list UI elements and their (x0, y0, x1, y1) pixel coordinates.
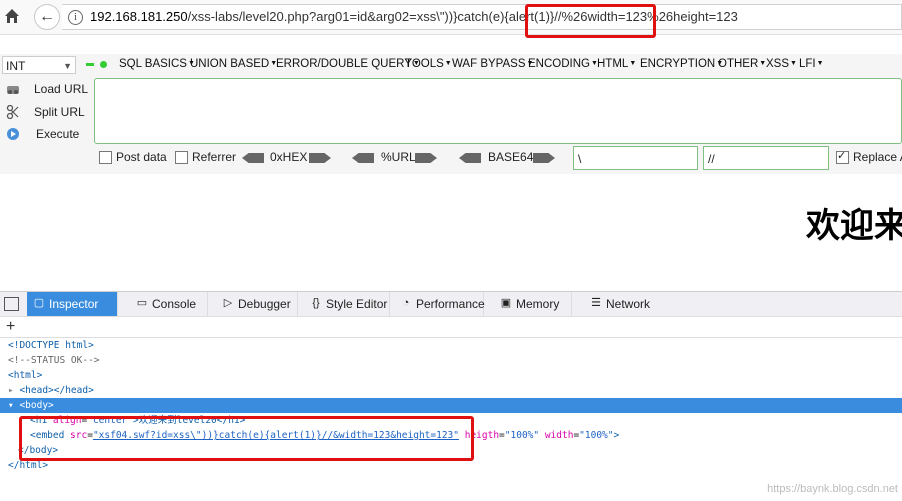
code-highlight-box (19, 416, 474, 461)
execute-icon (7, 128, 19, 140)
memory-icon: ▣ (500, 297, 512, 309)
menu-lfi[interactable]: LFI▼ (799, 58, 824, 70)
post-data-label: Post data (116, 150, 167, 164)
post-data-checkbox[interactable] (99, 151, 112, 164)
menu-encoding[interactable]: ENCODING▼ (528, 58, 598, 70)
url-encode-label: %URL (381, 150, 416, 164)
menu-html[interactable]: HTML▼ (597, 58, 636, 70)
url-textarea[interactable] (94, 78, 902, 144)
menu-waf-bypass[interactable]: WAF BYPASS▼ (452, 58, 533, 70)
code-body-open[interactable]: ▾ <body> (0, 398, 902, 413)
int-select-value: INT (6, 59, 26, 73)
collapse-arrow-icon: ▾ (8, 400, 20, 411)
base64-decode-arrow-icon[interactable] (459, 153, 481, 163)
execute-button[interactable]: Execute (2, 125, 92, 145)
base64-encode-arrow-icon[interactable] (533, 153, 555, 163)
tab-memory[interactable]: ▣ Memory (494, 292, 572, 316)
menu-sql-basics[interactable]: SQL BASICS▼ (119, 58, 195, 70)
code-head[interactable]: ▸ <head></head> (8, 383, 94, 398)
status-dot-icon[interactable] (100, 61, 107, 68)
referrer-checkbox[interactable] (175, 151, 188, 164)
load-url-button[interactable]: Load URL (2, 80, 92, 100)
element-picker-icon[interactable] (4, 297, 19, 311)
load-url-icon (7, 86, 19, 94)
int-select[interactable]: INT ▼ (2, 56, 76, 74)
tab-console[interactable]: ▭ Console (130, 292, 208, 316)
console-icon: ▭ (136, 297, 148, 309)
hex-encode-arrow-icon[interactable] (309, 153, 331, 163)
hex-label: 0xHEX (270, 150, 308, 164)
url-decode-arrow-icon[interactable] (352, 153, 374, 163)
performance-icon: ◔ (402, 297, 410, 309)
menu-union-based[interactable]: UNION BASED▼ (190, 58, 277, 70)
code-doctype[interactable]: <!DOCTYPE html> (8, 338, 94, 353)
expand-arrow-icon: ▸ (8, 385, 20, 396)
url-bar[interactable]: i 192.168.181.250/xss-labs/level20.php?a… (62, 4, 902, 30)
inspector-icon: ▢ (33, 297, 45, 309)
tab-inspector[interactable]: ▢ Inspector (27, 292, 118, 316)
devtools-panel: ▢ Inspector ▭ Console ▷ Debugger {} Style Ed… (0, 291, 902, 501)
back-button[interactable]: ← (34, 4, 60, 30)
url-highlight-box (525, 4, 656, 38)
hackbar-menu: INT ▼ SQL BASICS▼ UNION BASED▼ ERROR/DOUB… (0, 54, 902, 76)
split-url-label: Split URL (34, 105, 85, 119)
code-comment[interactable]: <!--STATUS OK--> (8, 353, 100, 368)
page-heading: 欢迎来 (806, 206, 902, 246)
network-icon: ☰ (591, 297, 601, 309)
devtools-tabs: ▢ Inspector ▭ Console ▷ Debugger {} Style Ed… (0, 292, 902, 317)
split-url-icon (6, 105, 19, 119)
debugger-icon: ▷ (223, 297, 233, 309)
home-icon[interactable] (4, 8, 20, 24)
browser-toolbar: ← i 192.168.181.250/xss-labs/level20.php… (0, 0, 902, 38)
execute-label: Execute (36, 127, 80, 141)
hex-decode-arrow-icon[interactable] (242, 153, 264, 163)
menu-xss[interactable]: XSS▼ (766, 58, 797, 70)
tab-performance[interactable]: ◔ Performance (394, 292, 485, 316)
replace-all-checkbox[interactable] (836, 149, 849, 164)
tab-network[interactable]: ☰ Network (584, 292, 664, 316)
add-node-icon[interactable]: + (6, 318, 15, 336)
find-field-value: \ (578, 152, 582, 166)
back-arrow-icon: ← (39, 8, 55, 25)
style-editor-icon: {} (312, 297, 320, 309)
base64-label: BASE64 (488, 150, 534, 164)
devtools-separator (0, 337, 902, 338)
tab-style-editor[interactable]: {} Style Editor (304, 292, 390, 316)
menu-tools[interactable]: TOOLS▼ (405, 58, 452, 70)
referrer-label: Referrer (192, 150, 237, 164)
minus-icon[interactable] (86, 63, 94, 66)
info-icon[interactable]: i (68, 10, 83, 25)
split-url-button[interactable]: Split URL (2, 103, 92, 123)
hackbar: INT ▼ SQL BASICS▼ UNION BASED▼ ERROR/DOUB… (0, 54, 902, 174)
code-html-open[interactable]: <html> (8, 368, 42, 383)
tab-debugger[interactable]: ▷ Debugger (216, 292, 298, 316)
menu-error-double-query[interactable]: ERROR/DOUBLE QUERY▼ (276, 58, 420, 70)
menu-other[interactable]: OTHER▼ (718, 58, 766, 70)
watermark: https://baynk.blog.csdn.net (767, 483, 898, 495)
find-field[interactable]: \ (573, 146, 698, 170)
url-host: 192.168.181.250 (90, 9, 188, 24)
menu-encryption[interactable]: ENCRYPTION▼ (640, 58, 723, 70)
replace-label: Replace A (853, 150, 902, 164)
chevron-down-icon: ▼ (63, 61, 72, 71)
url-encode-arrow-icon[interactable] (415, 153, 437, 163)
replace-field-value: // (708, 152, 715, 166)
load-url-label: Load URL (34, 82, 89, 96)
replace-field[interactable]: // (703, 146, 829, 170)
